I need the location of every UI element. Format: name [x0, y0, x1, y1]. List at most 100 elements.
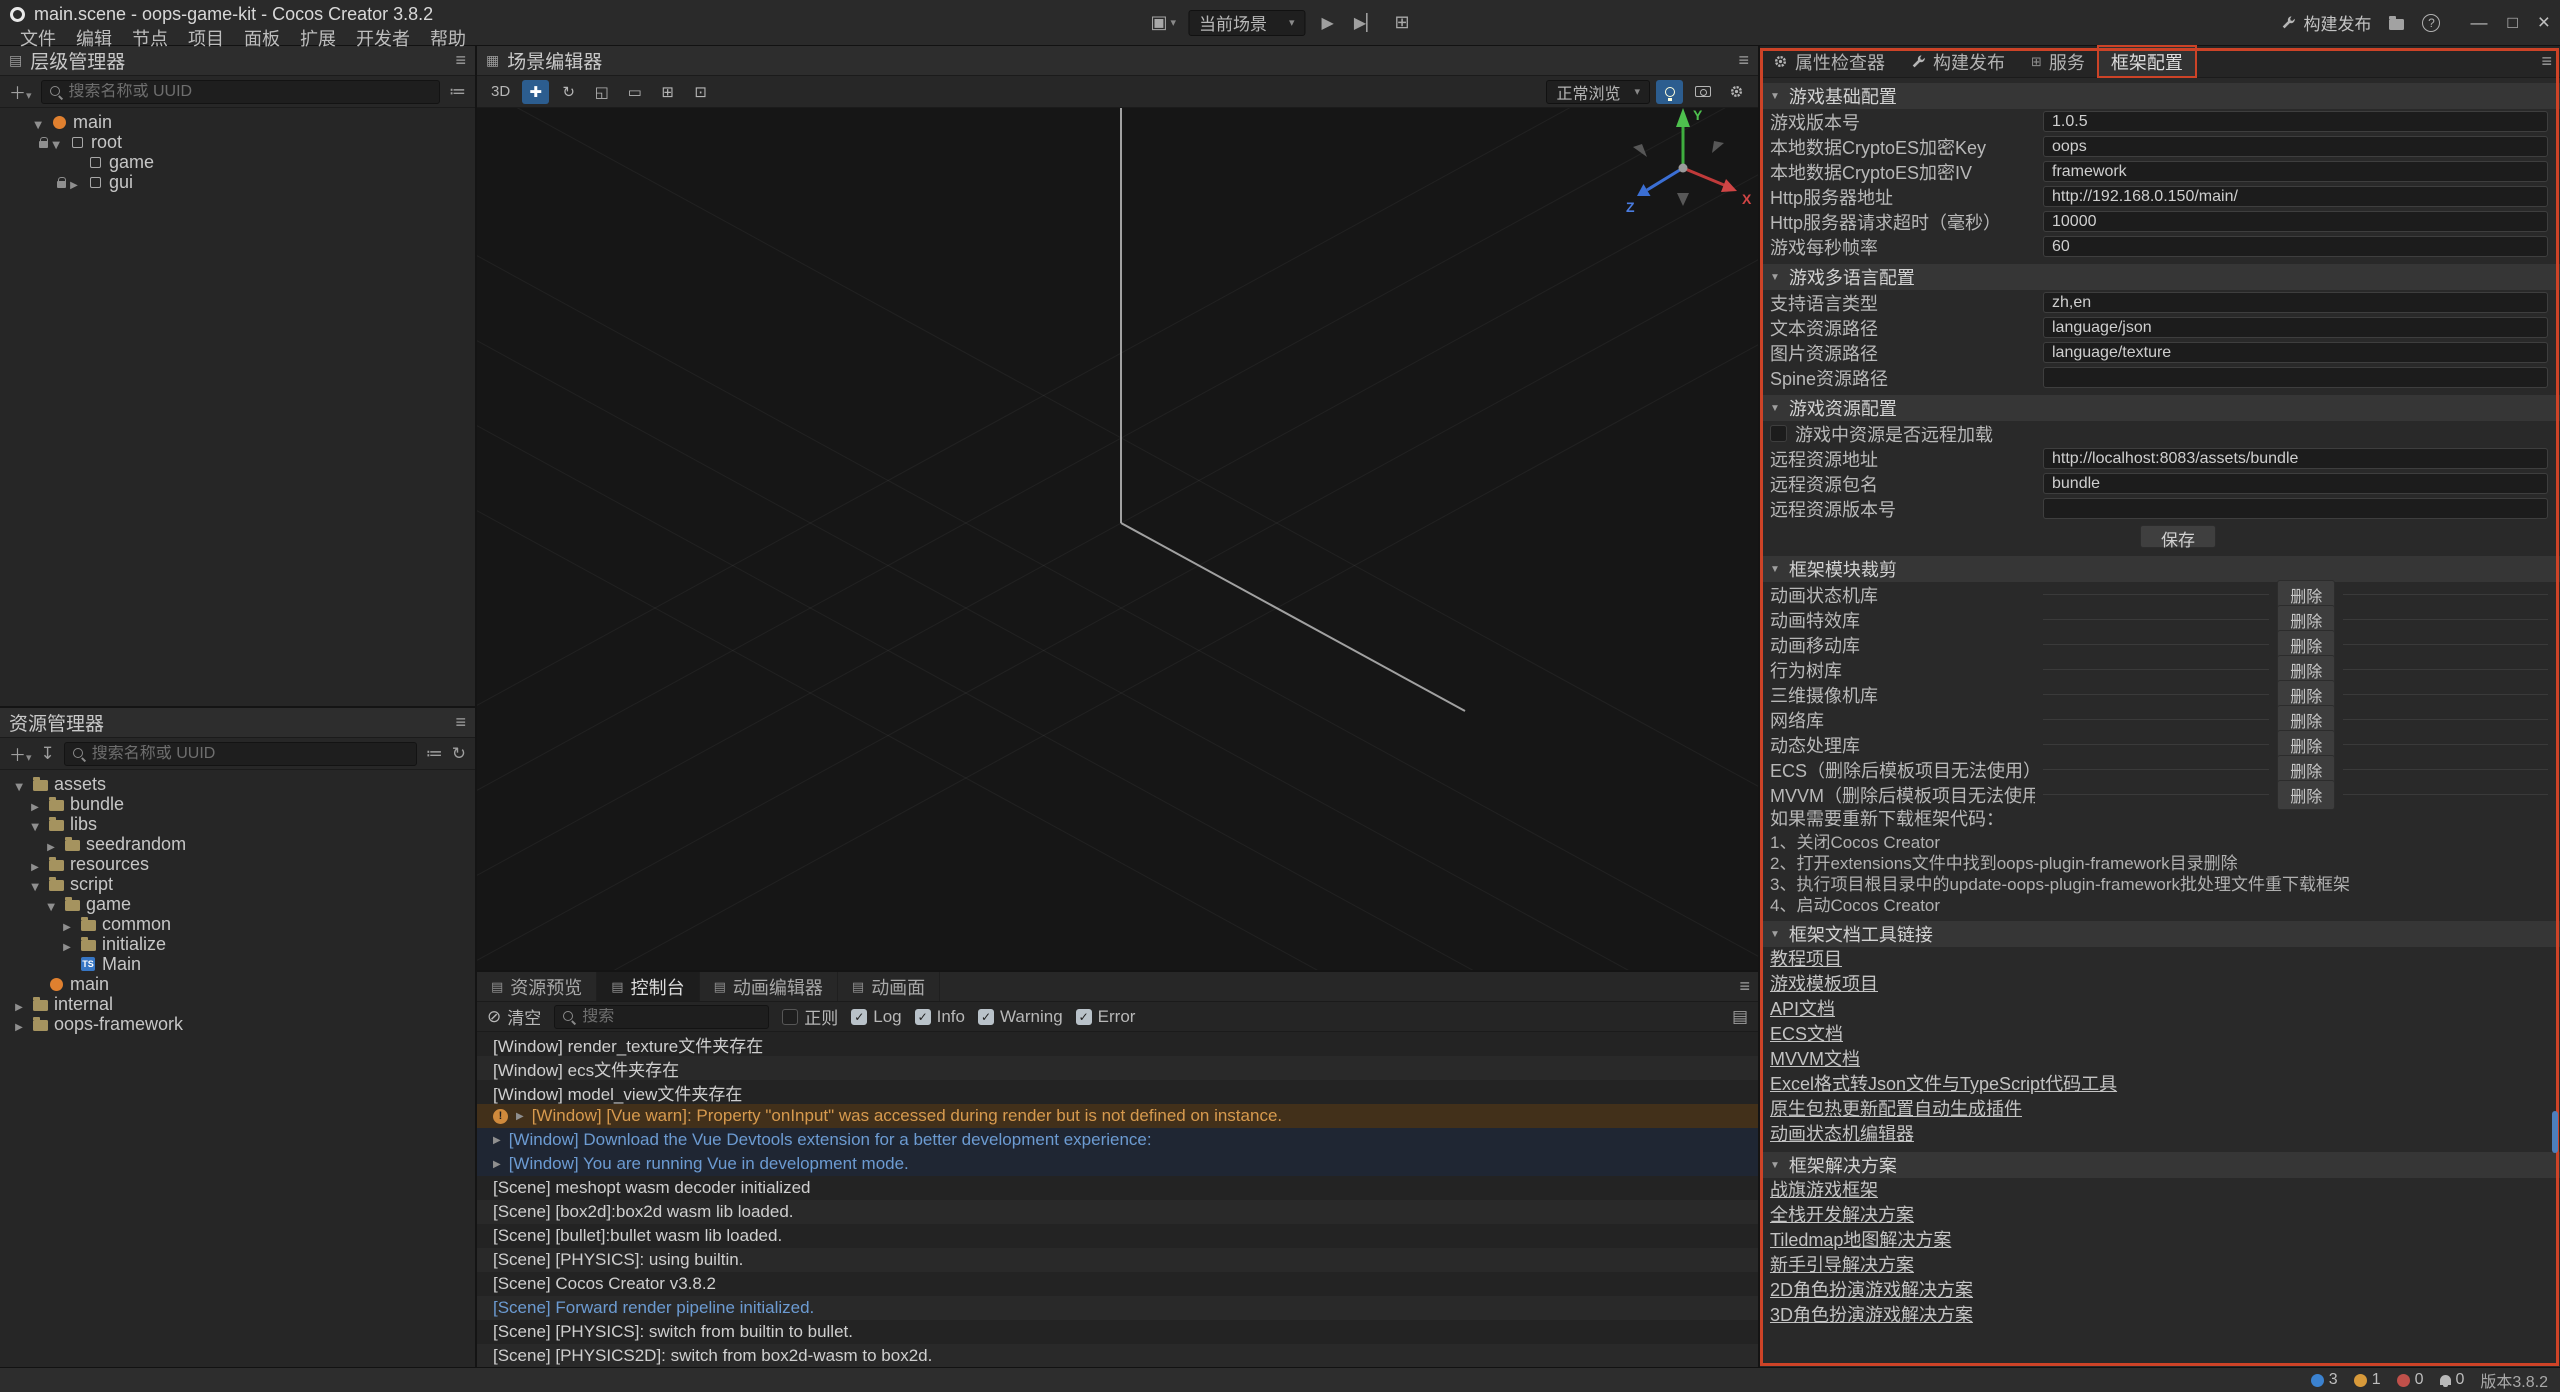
solution-link[interactable]: 2D角色扮演游戏解决方案: [1760, 1278, 2560, 1303]
tab-framework-config[interactable]: 框架配置: [2098, 46, 2196, 77]
panel-menu-icon[interactable]: ≡: [1739, 976, 1750, 997]
log-entry[interactable]: ! ▶ [Scene] [PHYSICS]: using builtin.: [477, 1248, 1758, 1272]
filter-icon[interactable]: ≔: [449, 82, 466, 102]
asset-node[interactable]: seedrandom: [0, 834, 475, 854]
doc-link[interactable]: API文档: [1760, 997, 2560, 1022]
asset-node[interactable]: common: [0, 914, 475, 934]
doc-link[interactable]: 游戏模板项目: [1760, 972, 2560, 997]
console-tab[interactable]: ▤ 动画编辑器: [700, 972, 838, 1001]
assets-search-input[interactable]: [92, 745, 408, 763]
scene-camera-button[interactable]: [1689, 80, 1717, 104]
doc-link[interactable]: 原生包热更新配置自动生成插件: [1760, 1097, 2560, 1122]
console-tab[interactable]: ▤ 资源预览: [477, 972, 597, 1001]
rotate-tool-button[interactable]: ↻: [555, 80, 582, 104]
scale-tool-button[interactable]: ◱: [588, 80, 615, 104]
doc-link[interactable]: 教程项目: [1760, 947, 2560, 972]
menu-item[interactable]: 文件: [10, 25, 66, 51]
log-entry[interactable]: ! ▶ [Window] [Vue warn]: Property "onInp…: [477, 1104, 1758, 1128]
layout-grid-button[interactable]: ⊞: [1394, 12, 1409, 33]
checkbox[interactable]: ✓: [915, 1009, 931, 1025]
asset-node[interactable]: internal: [0, 994, 475, 1014]
menu-item[interactable]: 节点: [122, 25, 178, 51]
console-tab[interactable]: ▤ 控制台: [597, 972, 699, 1001]
config-input[interactable]: [2043, 236, 2548, 257]
expand-arrow-icon[interactable]: [31, 112, 45, 133]
move-tool-button[interactable]: ✚: [522, 80, 549, 104]
expand-arrow-icon[interactable]: [28, 794, 42, 815]
hierarchy-node[interactable]: game: [0, 152, 475, 172]
config-input[interactable]: [2043, 161, 2548, 182]
log-file-icon[interactable]: ▤: [1732, 1007, 1748, 1027]
config-input[interactable]: [2043, 317, 2548, 338]
3d-mode-toggle[interactable]: 3D: [485, 80, 516, 104]
config-input[interactable]: [2043, 186, 2548, 207]
expand-arrow-icon[interactable]: ▶: [493, 1135, 501, 1146]
log-entry[interactable]: ! ▶ [Window] Download the Vue Devtools e…: [477, 1128, 1758, 1152]
space-toggle-button[interactable]: ⊡: [687, 80, 714, 104]
rect-tool-button[interactable]: ▭: [621, 80, 648, 104]
axis-gizmo[interactable]: Y X Z: [1598, 108, 1758, 250]
lock-icon[interactable]: [39, 141, 48, 148]
menu-item[interactable]: 开发者: [346, 25, 420, 51]
config-input[interactable]: [2043, 136, 2548, 157]
console-tab[interactable]: ▤ 动画面: [838, 972, 940, 1001]
panel-menu-icon[interactable]: ≡: [2541, 51, 2552, 72]
clear-console-button[interactable]: ⊘ 清空: [487, 1004, 541, 1029]
scene-settings-button[interactable]: [1723, 80, 1750, 104]
solution-link[interactable]: 3D角色扮演游戏解决方案: [1760, 1303, 2560, 1328]
checkbox[interactable]: ✓: [782, 1009, 798, 1025]
config-input[interactable]: [2043, 473, 2548, 494]
hierarchy-search-input[interactable]: [69, 83, 431, 101]
open-project-folder-icon[interactable]: [2389, 19, 2404, 30]
hierarchy-node[interactable]: root: [0, 132, 475, 152]
hierarchy-search[interactable]: [41, 80, 440, 104]
expand-arrow-icon[interactable]: [67, 172, 81, 193]
menu-item[interactable]: 面板: [234, 25, 290, 51]
menu-item[interactable]: 帮助: [420, 25, 476, 51]
asset-node[interactable]: Main: [0, 954, 475, 974]
message-counter[interactable]: 3: [2311, 1371, 2338, 1389]
config-input[interactable]: [2043, 292, 2548, 313]
expand-arrow-icon[interactable]: [28, 814, 42, 835]
log-entry[interactable]: ! ▶ [Scene] Forward render pipeline init…: [477, 1296, 1758, 1320]
lock-icon[interactable]: [57, 181, 66, 188]
section-game-base-config[interactable]: ▼ 游戏基础配置: [1760, 83, 2560, 109]
delete-module-button[interactable]: 删除: [2277, 780, 2335, 810]
sort-icon[interactable]: ≔: [426, 744, 443, 764]
minimize-button[interactable]: —: [2470, 13, 2487, 33]
tab-services[interactable]: ⊞ 服务: [2018, 46, 2098, 77]
log-entry[interactable]: ! ▶ [Scene] Cocos Creator v3.8.2: [477, 1272, 1758, 1296]
view-mode-dropdown[interactable]: 正常浏览▾: [1546, 80, 1650, 104]
panel-menu-icon[interactable]: ≡: [1738, 50, 1749, 71]
solution-link[interactable]: 战旗游戏框架: [1760, 1178, 2560, 1203]
log-filter-checkbox[interactable]: ✓ Info: [915, 1007, 965, 1027]
checkbox[interactable]: ✓: [1076, 1009, 1092, 1025]
expand-arrow-icon[interactable]: [49, 132, 63, 153]
close-button[interactable]: ×: [2538, 11, 2550, 35]
log-entry[interactable]: ! ▶ [Scene] meshopt wasm decoder initial…: [477, 1176, 1758, 1200]
panel-menu-icon[interactable]: ≡: [455, 50, 466, 71]
expand-arrow-icon[interactable]: [60, 934, 74, 955]
log-filter-checkbox[interactable]: ✓ Warning: [978, 1007, 1063, 1027]
remote-load-checkbox[interactable]: [1770, 425, 1787, 442]
scrollbar-thumb[interactable]: [2552, 1111, 2558, 1153]
config-input[interactable]: [2043, 111, 2548, 132]
scene-viewport[interactable]: Y X Z: [477, 108, 1758, 970]
log-entry[interactable]: ! ▶ [Scene] [PHYSICS]: switch from built…: [477, 1320, 1758, 1344]
expand-arrow-icon[interactable]: [12, 994, 26, 1015]
checkbox[interactable]: ✓: [978, 1009, 994, 1025]
asset-node[interactable]: oops-framework: [0, 1014, 475, 1034]
maximize-button[interactable]: □: [2507, 13, 2517, 33]
config-input[interactable]: [2043, 211, 2548, 232]
menu-item[interactable]: 编辑: [66, 25, 122, 51]
asset-node[interactable]: libs: [0, 814, 475, 834]
asset-node[interactable]: main: [0, 974, 475, 994]
help-icon[interactable]: ?: [2422, 14, 2440, 32]
add-node-button[interactable]: ＋▾: [9, 79, 32, 104]
asset-node[interactable]: bundle: [0, 794, 475, 814]
doc-link[interactable]: Excel格式转Json文件与TypeScript代码工具: [1760, 1072, 2560, 1097]
section-doc-links[interactable]: ▼ 框架文档工具链接: [1760, 921, 2560, 947]
log-entry[interactable]: ! ▶ [Window] model_view文件夹存在: [477, 1080, 1758, 1104]
expand-arrow-icon[interactable]: [44, 894, 58, 915]
tab-build-publish[interactable]: 构建发布: [1898, 46, 2018, 77]
